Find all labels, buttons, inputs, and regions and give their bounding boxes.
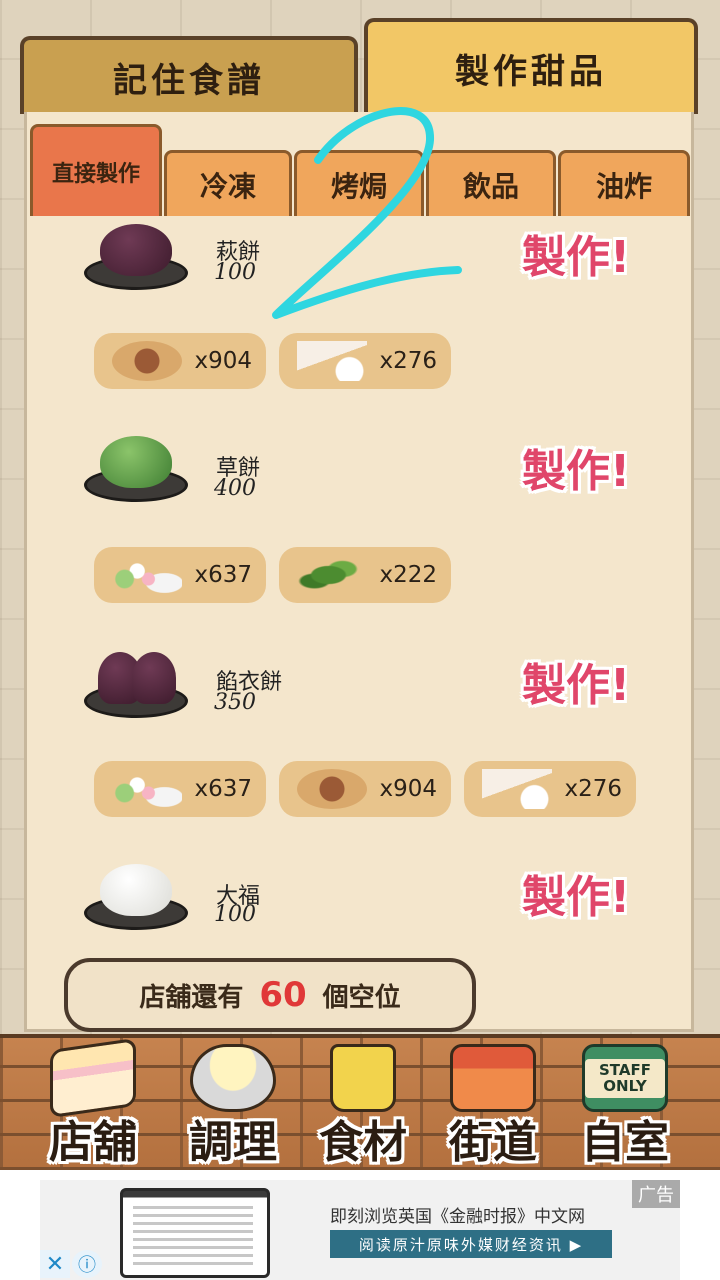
ingredient-qty: x276 xyxy=(379,348,437,374)
cake-icon xyxy=(50,1037,136,1119)
subtab-freeze[interactable]: 冷凍 xyxy=(164,150,292,216)
nav-street[interactable]: 街道 xyxy=(428,1044,558,1170)
subtab-direct[interactable]: 直接製作 xyxy=(30,124,162,216)
dango-icon xyxy=(112,769,182,809)
tab-make-desserts[interactable]: 製作甜品 xyxy=(364,18,698,114)
seats-prefix: 店舖還有 xyxy=(139,982,244,1013)
subtab-bake[interactable]: 烤焗 xyxy=(294,150,424,216)
dango-icon xyxy=(112,555,182,595)
ingredient-qty: x276 xyxy=(564,776,622,802)
nav-ingredients[interactable]: 食材 xyxy=(298,1044,428,1170)
kusamochi-image xyxy=(84,432,188,502)
recipe-price: 100 xyxy=(214,902,256,927)
close-icon[interactable]: ✕ xyxy=(40,1250,70,1278)
ankoromochi-image xyxy=(84,648,188,718)
info-icon[interactable]: ⓘ xyxy=(72,1250,102,1278)
ingredient-chip: x904 xyxy=(94,333,266,389)
ingredient-chip: x904 xyxy=(279,761,451,817)
recipe-price: 350 xyxy=(214,690,256,715)
shop-icon xyxy=(450,1044,536,1112)
subtab-drinks[interactable]: 飲品 xyxy=(426,150,556,216)
subtab-fried[interactable]: 油炸 xyxy=(558,150,690,216)
mixing-bowl-icon xyxy=(190,1044,276,1112)
tab-remember-recipes[interactable]: 記住食譜 xyxy=(20,36,358,114)
bottom-nav: 店舖 調理 食材 街道 STAFF ONLY 自室 xyxy=(0,1034,720,1170)
ingredient-chip: x276 xyxy=(279,333,451,389)
nav-label: 街道 xyxy=(449,1117,537,1168)
nav-cooking[interactable]: 調理 xyxy=(168,1044,298,1170)
flour-bag-icon xyxy=(330,1044,396,1112)
seats-count: 60 xyxy=(259,975,307,1015)
ad-banner[interactable]: 即刻浏览英国《金融时报》中文网 阅读原汁原味外媒财经资讯 ▶ 广告 ✕ ⓘ xyxy=(0,1170,720,1280)
nav-label: 調理 xyxy=(189,1117,277,1168)
ad-title: 即刻浏览英国《金融时报》中文网 xyxy=(330,1207,585,1227)
make-button[interactable]: 製作! xyxy=(506,436,646,498)
nav-shop[interactable]: 店舖 xyxy=(28,1037,158,1170)
nav-label: 自室 xyxy=(581,1117,669,1168)
ingredient-qty: x904 xyxy=(379,776,437,802)
herb-icon xyxy=(297,555,367,595)
empty-seats-banner: 店舖還有 60 個空位 xyxy=(64,958,476,1032)
make-button[interactable]: 製作! xyxy=(506,650,646,712)
ingredient-qty: x904 xyxy=(194,348,252,374)
seats-suffix: 個空位 xyxy=(322,982,401,1013)
ingredient-qty: x637 xyxy=(194,776,252,802)
sugar-icon xyxy=(297,769,367,809)
ingredient-qty: x222 xyxy=(379,562,437,588)
ingredient-chip: x637 xyxy=(94,547,266,603)
ad-label: 广告 xyxy=(632,1180,680,1208)
ingredient-chip: x276 xyxy=(464,761,636,817)
ingredient-chip: x637 xyxy=(94,761,266,817)
recipe-price: 100 xyxy=(214,260,256,285)
ad-content[interactable]: 即刻浏览英国《金融时报》中文网 阅读原汁原味外媒财经资讯 ▶ xyxy=(40,1180,680,1280)
daifuku-image xyxy=(84,860,188,930)
nav-my-room[interactable]: STAFF ONLY 自室 xyxy=(560,1044,690,1170)
ad-cta-button[interactable]: 阅读原汁原味外媒财经资讯 ▶ xyxy=(330,1230,612,1258)
staff-only-sign-icon: STAFF ONLY xyxy=(582,1044,668,1112)
make-button[interactable]: 製作! xyxy=(506,222,646,284)
ingredient-chip: x222 xyxy=(279,547,451,603)
flour-icon xyxy=(297,341,367,381)
make-button[interactable]: 製作! xyxy=(506,862,646,924)
ingredient-qty: x637 xyxy=(194,562,252,588)
ad-thumbnail xyxy=(120,1188,270,1278)
flour-icon xyxy=(482,769,552,809)
nav-label: 食材 xyxy=(319,1117,407,1168)
recipe-price: 400 xyxy=(214,476,256,501)
sugar-icon xyxy=(112,341,182,381)
ohagi-image xyxy=(84,220,188,290)
